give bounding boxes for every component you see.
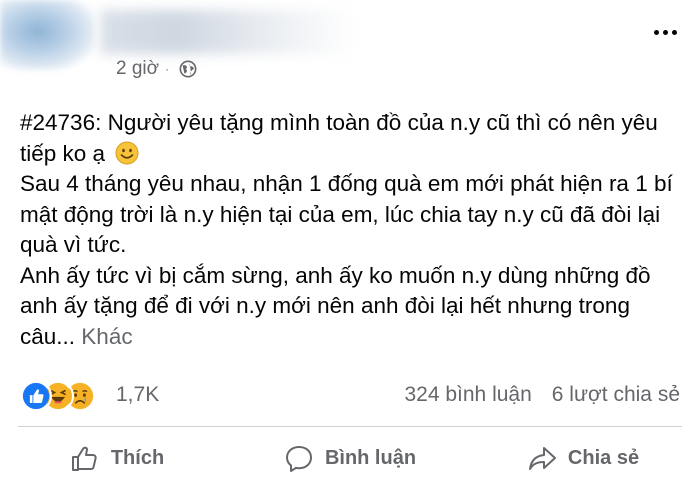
comment-count[interactable]: 324 bình luận — [404, 383, 531, 407]
like-icon — [20, 380, 52, 412]
dot-1 — [654, 30, 659, 35]
reaction-icons[interactable] — [20, 380, 110, 412]
author-name[interactable] — [100, 10, 355, 54]
share-button[interactable]: Chia sẻ — [466, 430, 699, 487]
post-line-story: Sau 4 tháng yêu nhau, nhận 1 đống quà em… — [20, 171, 673, 257]
post-time[interactable]: 2 giờ — [116, 58, 159, 80]
dot-2 — [663, 30, 668, 35]
share-count[interactable]: 6 lượt chia sẻ — [552, 383, 680, 407]
more-options-button[interactable] — [654, 30, 677, 35]
post-header: 2 giờ · — [0, 0, 699, 90]
post-stats: 1,7K 324 bình luận 6 lượt chia sẻ — [20, 376, 680, 416]
avatar[interactable] — [0, 0, 95, 70]
post-meta: 2 giờ · — [116, 58, 197, 80]
action-bar: Thích Bình luận Chia sẻ — [0, 430, 699, 487]
like-label: Thích — [110, 447, 165, 469]
thumbs-up-icon — [71, 446, 97, 471]
comment-button[interactable]: Bình luận — [233, 430, 466, 487]
reaction-count[interactable]: 1,7K — [116, 383, 159, 407]
post-line-title: #24736: Người yêu tặng mình toàn đồ của … — [20, 108, 690, 169]
share-label: Chia sẻ — [567, 447, 640, 469]
share-icon — [528, 446, 556, 470]
like-button[interactable]: Thích — [0, 430, 233, 487]
comment-label: Bình luận — [324, 447, 417, 469]
post-line-detail: Anh ấy tức vì bị cắm sừng, anh ấy ko muố… — [20, 261, 690, 353]
dot-3 — [672, 30, 677, 35]
see-more-link[interactable]: Khác — [81, 324, 132, 349]
globe-icon[interactable] — [179, 60, 197, 78]
comment-icon — [285, 445, 312, 472]
divider — [18, 426, 682, 427]
post-body: #24736: Người yêu tặng mình toàn đồ của … — [20, 108, 690, 352]
engagement-stats: 324 bình luận 6 lượt chia sẻ — [404, 383, 680, 407]
meta-separator: · — [165, 62, 170, 76]
smile-emoji-icon — [115, 141, 139, 164]
